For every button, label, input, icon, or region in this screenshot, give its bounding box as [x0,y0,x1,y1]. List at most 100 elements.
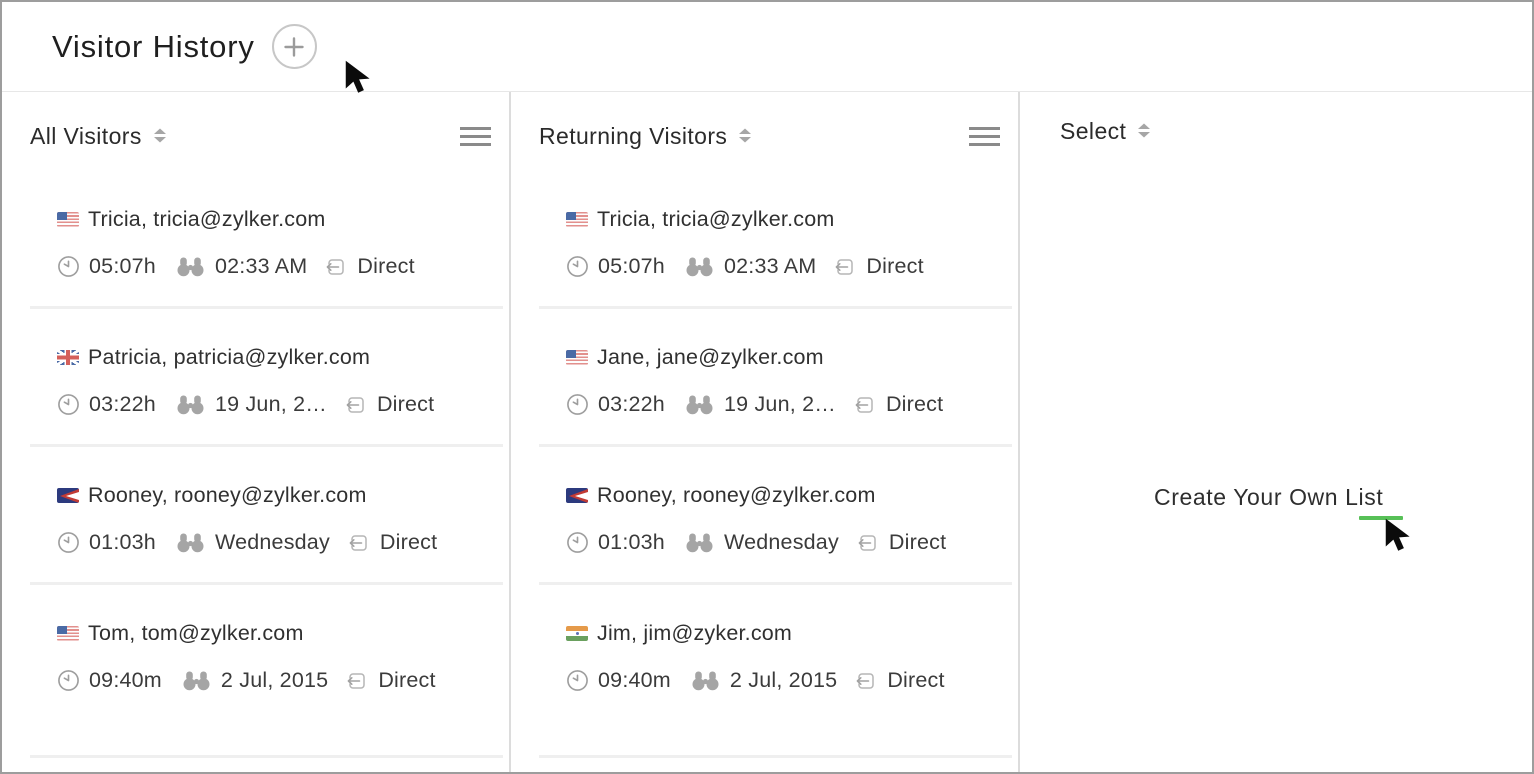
binoculars-icon [686,532,713,553]
visit-duration: 05:07h [89,254,156,279]
last-visit-time: 02:33 AM [724,254,816,279]
visit-duration: 03:22h [598,392,665,417]
visitor-name-email: Tricia, tricia@zylker.com [88,207,325,232]
mouse-cursor-icon [1383,518,1414,557]
create-your-own-list-link[interactable]: Create Your Own List [1154,484,1383,511]
add-list-button[interactable] [272,24,317,69]
visitor-row[interactable]: Jim, jim@zyker.com 09:40m 2 Jul, 2015 Di… [511,621,1018,693]
column-all-visitors: All Visitors Tricia, tricia@zylker.com 0… [2,92,511,772]
referrer-label: Direct [380,530,437,555]
visitor-meta: 03:22h 19 Jun, 2… Direct [566,392,1004,417]
direct-referrer-icon [345,669,369,693]
column-select: Select Create Your Own List [1020,92,1532,772]
column-title: All Visitors [30,123,142,150]
visitor-meta: 01:03h Wednesday Direct [57,530,495,555]
column-returning-visitors: Returning Visitors Tricia, tricia@zylker… [511,92,1020,772]
visitor-row[interactable]: Tricia, tricia@zylker.com 05:07h 02:33 A… [511,207,1018,279]
visitor-row[interactable]: Tom, tom@zylker.com 09:40m 2 Jul, 2015 D… [2,621,509,693]
referrer-label: Direct [887,668,944,693]
last-visit-time: 02:33 AM [215,254,307,279]
columns-area: All Visitors Tricia, tricia@zylker.com 0… [2,92,1532,772]
binoculars-icon [686,256,713,277]
clock-icon [57,255,80,278]
visit-duration: 09:40m [598,668,671,693]
visitor-meta: 01:03h Wednesday Direct [566,530,1004,555]
column-header: All Visitors [2,92,509,150]
visitor-identity: Jim, jim@zyker.com [566,621,1004,646]
clock-icon [57,531,80,554]
page-header: Visitor History [2,2,1532,92]
clock-icon [566,531,589,554]
india-flag [566,626,588,641]
clock-icon [566,669,589,692]
direct-referrer-icon [833,255,857,279]
sort-arrows-icon[interactable] [738,128,752,143]
column-title: Returning Visitors [539,123,727,150]
american-samoa-flag [566,488,588,503]
referrer-label: Direct [889,530,946,555]
hamburger-menu-icon[interactable] [967,123,1002,150]
visitor-row[interactable]: Rooney, rooney@zylker.com 01:03h Wednesd… [2,483,509,555]
last-visit-time: Wednesday [215,530,330,555]
visitor-name-email: Patricia, patricia@zylker.com [88,345,370,370]
row-divider [30,755,503,758]
clock-icon [566,255,589,278]
green-underline [1359,516,1403,520]
visit-duration: 01:03h [89,530,156,555]
referrer-label: Direct [378,668,435,693]
binoculars-icon [686,394,713,415]
direct-referrer-icon [856,531,880,555]
referrer-label: Direct [866,254,923,279]
visit-duration: 01:03h [598,530,665,555]
last-visit-time: Wednesday [724,530,839,555]
direct-referrer-icon [344,393,368,417]
clock-icon [57,393,80,416]
visitor-row[interactable]: Rooney, rooney@zylker.com 01:03h Wednesd… [511,483,1018,555]
visitor-list: Tricia, tricia@zylker.com 05:07h 02:33 A… [2,207,509,693]
referrer-label: Direct [357,254,414,279]
last-visit-time: 2 Jul, 2015 [221,668,328,693]
binoculars-icon [177,394,204,415]
visitor-meta: 03:22h 19 Jun, 2… Direct [57,392,495,417]
visitor-name-email: Rooney, rooney@zylker.com [88,483,367,508]
page-title: Visitor History [52,29,255,65]
direct-referrer-icon [854,669,878,693]
visitor-name-email: Tricia, tricia@zylker.com [597,207,834,232]
visit-duration: 05:07h [598,254,665,279]
visitor-name-email: Jane, jane@zylker.com [597,345,824,370]
hamburger-menu-icon[interactable] [458,123,493,150]
last-visit-time: 19 Jun, 2… [215,392,327,417]
column-header: Select [1020,92,1532,145]
last-visit-time: 19 Jun, 2… [724,392,836,417]
sort-arrows-icon[interactable] [1137,123,1151,138]
clock-icon [566,393,589,416]
binoculars-icon [177,256,204,277]
visitor-identity: Tricia, tricia@zylker.com [57,207,495,232]
sort-arrows-icon[interactable] [153,128,167,143]
visit-duration: 03:22h [89,392,156,417]
column-title: Select [1060,118,1126,145]
visitor-name-email: Rooney, rooney@zylker.com [597,483,876,508]
united-kingdom-flag [57,350,79,365]
american-samoa-flag [57,488,79,503]
visitor-row[interactable]: Jane, jane@zylker.com 03:22h 19 Jun, 2… … [511,345,1018,417]
visitor-name-email: Jim, jim@zyker.com [597,621,792,646]
visitor-identity: Jane, jane@zylker.com [566,345,1004,370]
binoculars-icon [177,532,204,553]
clock-icon [57,669,80,692]
visit-duration: 09:40m [89,668,162,693]
row-divider [539,755,1012,758]
referrer-label: Direct [886,392,943,417]
binoculars-icon [183,670,210,691]
last-visit-time: 2 Jul, 2015 [730,668,837,693]
binoculars-icon [692,670,719,691]
visitor-meta: 05:07h 02:33 AM Direct [57,254,495,279]
visitor-identity: Tom, tom@zylker.com [57,621,495,646]
united-states-flag [57,626,79,641]
visitor-row[interactable]: Patricia, patricia@zylker.com 03:22h 19 … [2,345,509,417]
visitor-identity: Rooney, rooney@zylker.com [566,483,1004,508]
visitor-name-email: Tom, tom@zylker.com [88,621,304,646]
visitor-identity: Tricia, tricia@zylker.com [566,207,1004,232]
visitor-row[interactable]: Tricia, tricia@zylker.com 05:07h 02:33 A… [2,207,509,279]
direct-referrer-icon [324,255,348,279]
